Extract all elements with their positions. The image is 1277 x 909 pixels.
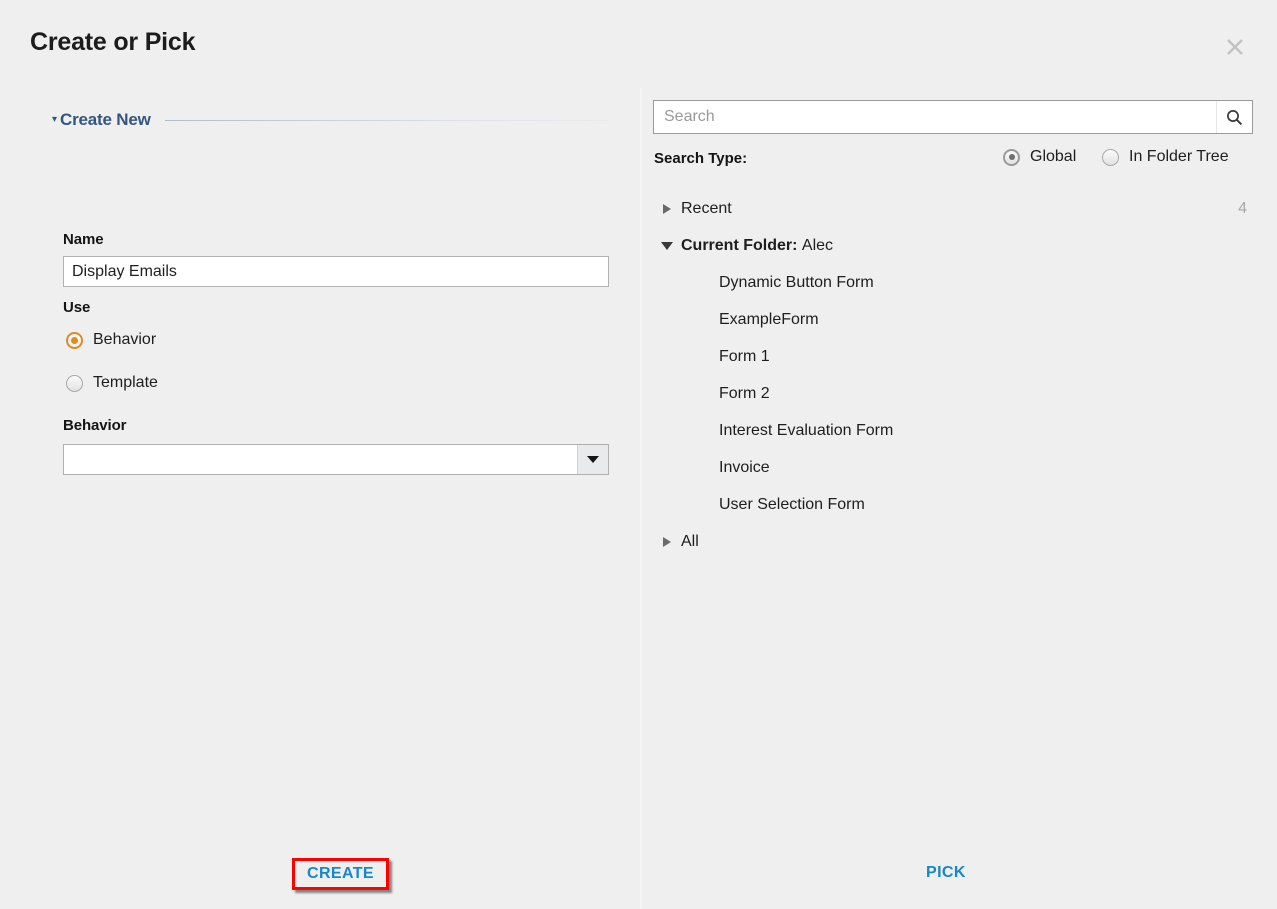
list-item[interactable]: Form 2 [653,375,1253,412]
dialog-header: Create or Pick [0,0,1277,88]
radio-search-type-in-folder-tree-label: In Folder Tree [1129,148,1229,165]
name-field-label: Name [63,231,104,248]
chevron-right-icon [653,536,681,547]
list-item-label: Interest Evaluation Form [719,421,894,439]
create-new-panel: ▾ Create New Name Use Behavior Template … [0,88,640,909]
create-or-pick-dialog: Create or Pick ▾ Create New Name Use Beh… [0,0,1277,909]
list-item[interactable]: Form 1 [653,338,1253,375]
behavior-select-value [64,445,577,474]
radio-use-template[interactable]: Template [66,374,158,392]
radio-search-type-global[interactable]: Global [1003,148,1076,166]
list-item-label: Dynamic Button Form [719,273,874,291]
create-new-section-label: Create New [60,110,151,129]
chevron-right-icon [653,203,681,214]
search-icon[interactable] [1216,101,1252,133]
radio-selected-icon [66,331,83,349]
radio-unselected-icon [66,374,83,392]
pick-button[interactable]: PICK [920,862,972,884]
radio-use-behavior-label: Behavior [93,331,157,348]
list-item-label: Invoice [719,458,770,476]
tree-node-recent[interactable]: Recent 4 [653,190,1253,227]
tree-node-current-folder[interactable]: Current Folder: Alec [653,227,1253,264]
list-item[interactable]: Interest Evaluation Form [653,412,1253,449]
results-tree: Recent 4 Current Folder: Alec Dynamic Bu… [653,190,1253,560]
list-item-label: Form 1 [719,347,770,365]
close-icon[interactable] [1220,32,1250,62]
tree-node-all[interactable]: All [653,523,1253,560]
radio-search-type-global-label: Global [1030,148,1077,165]
chevron-down-icon [653,241,681,250]
current-folder-prefix: Current Folder: [681,236,798,254]
radio-use-template-label: Template [93,374,158,391]
behavior-select[interactable] [63,444,609,475]
tree-node-recent-label: Recent [681,199,732,217]
radio-selected-icon [1003,148,1020,166]
tree-node-recent-count: 4 [1238,199,1247,217]
tree-node-all-label: All [681,532,699,550]
radio-unselected-icon [1102,148,1119,166]
list-item[interactable]: User Selection Form [653,486,1253,523]
chevron-down-icon[interactable] [577,445,608,474]
search-type-label: Search Type: [654,150,748,167]
behavior-field-label: Behavior [63,417,127,434]
list-item[interactable]: ExampleForm [653,301,1253,338]
create-button[interactable]: CREATE [292,858,389,890]
chevron-down-icon: ▾ [52,114,58,125]
dialog-footer: CREATE PICK [0,840,1277,909]
search-type-row: Search Type: Global In Folder Tree [653,148,1253,172]
create-new-section-header[interactable]: ▾ Create New [52,110,608,130]
radio-search-type-in-folder-tree[interactable]: In Folder Tree [1102,148,1229,166]
list-item-label: ExampleForm [719,310,819,328]
list-item[interactable]: Dynamic Button Form [653,264,1253,301]
search-input[interactable] [654,101,1216,133]
tree-node-current-folder-label: Current Folder: Alec [681,237,833,255]
radio-use-behavior[interactable]: Behavior [66,331,156,349]
section-divider [164,119,608,121]
current-folder-value: Alec [801,236,834,254]
pick-panel: Search Type: Global In Folder Tree Recen… [641,88,1277,909]
name-input[interactable] [63,256,609,287]
page-title: Create or Pick [30,28,196,56]
list-item-label: User Selection Form [719,495,865,513]
use-field-label: Use [63,299,91,316]
list-item[interactable]: Invoice [653,449,1253,486]
search-box[interactable] [653,100,1253,134]
list-item-label: Form 2 [719,384,770,402]
